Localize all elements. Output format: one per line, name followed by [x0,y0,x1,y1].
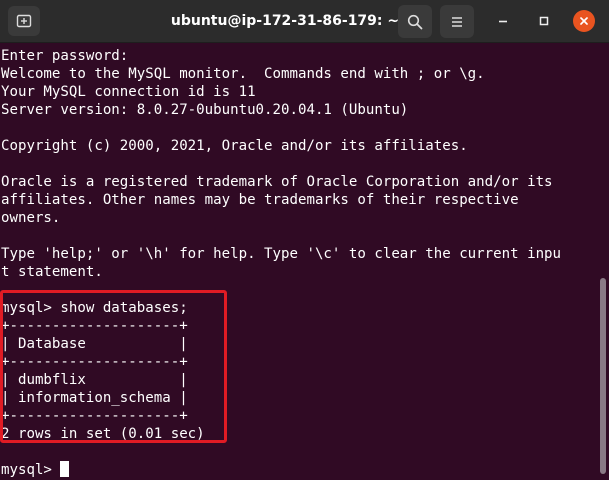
terminal-line: t statement. [1,264,103,280]
current-prompt[interactable]: mysql> [1,461,596,479]
new-tab-button[interactable] [8,6,40,36]
minimize-icon [499,20,507,23]
terminal-line: owners. [1,210,61,226]
terminal-line: Welcome to the MySQL monitor. Commands e… [1,66,485,82]
minimize-button[interactable] [492,10,514,32]
highlight-annotation-box [0,290,227,443]
maximize-button[interactable] [533,10,555,32]
terminal-line: affiliates. Other names may be trademark… [1,192,519,208]
title-bar: ubuntu@ip-172-31-86-179: ~ [0,0,609,43]
terminal-line: Your MySQL connection id is 11 [1,84,256,100]
prompt-text: mysql> [1,462,61,478]
terminal-line: Server version: 8.0.27-0ubuntu0.20.04.1 … [1,102,409,118]
new-tab-icon [16,14,32,28]
menu-button[interactable] [440,5,474,38]
search-button[interactable] [398,5,432,38]
close-button[interactable] [573,10,595,32]
terminal-line: Type 'help;' or '\h' for help. Type '\c'… [1,246,562,262]
maximize-icon [539,16,549,26]
window-title: ubuntu@ip-172-31-86-179: ~ [170,13,400,29]
search-icon [407,14,423,29]
terminal-window: ubuntu@ip-172-31-86-179: ~ Enter passwor… [0,0,609,480]
terminal-line: Oracle is a registered trademark of Orac… [1,174,553,190]
terminal-line: Copyright (c) 2000, 2021, Oracle and/or … [1,138,468,154]
hamburger-menu-icon [452,16,462,27]
terminal-line: Enter password: [1,48,129,64]
text-cursor [60,461,70,477]
scrollbar-thumb[interactable] [600,278,606,474]
close-icon [580,17,588,25]
